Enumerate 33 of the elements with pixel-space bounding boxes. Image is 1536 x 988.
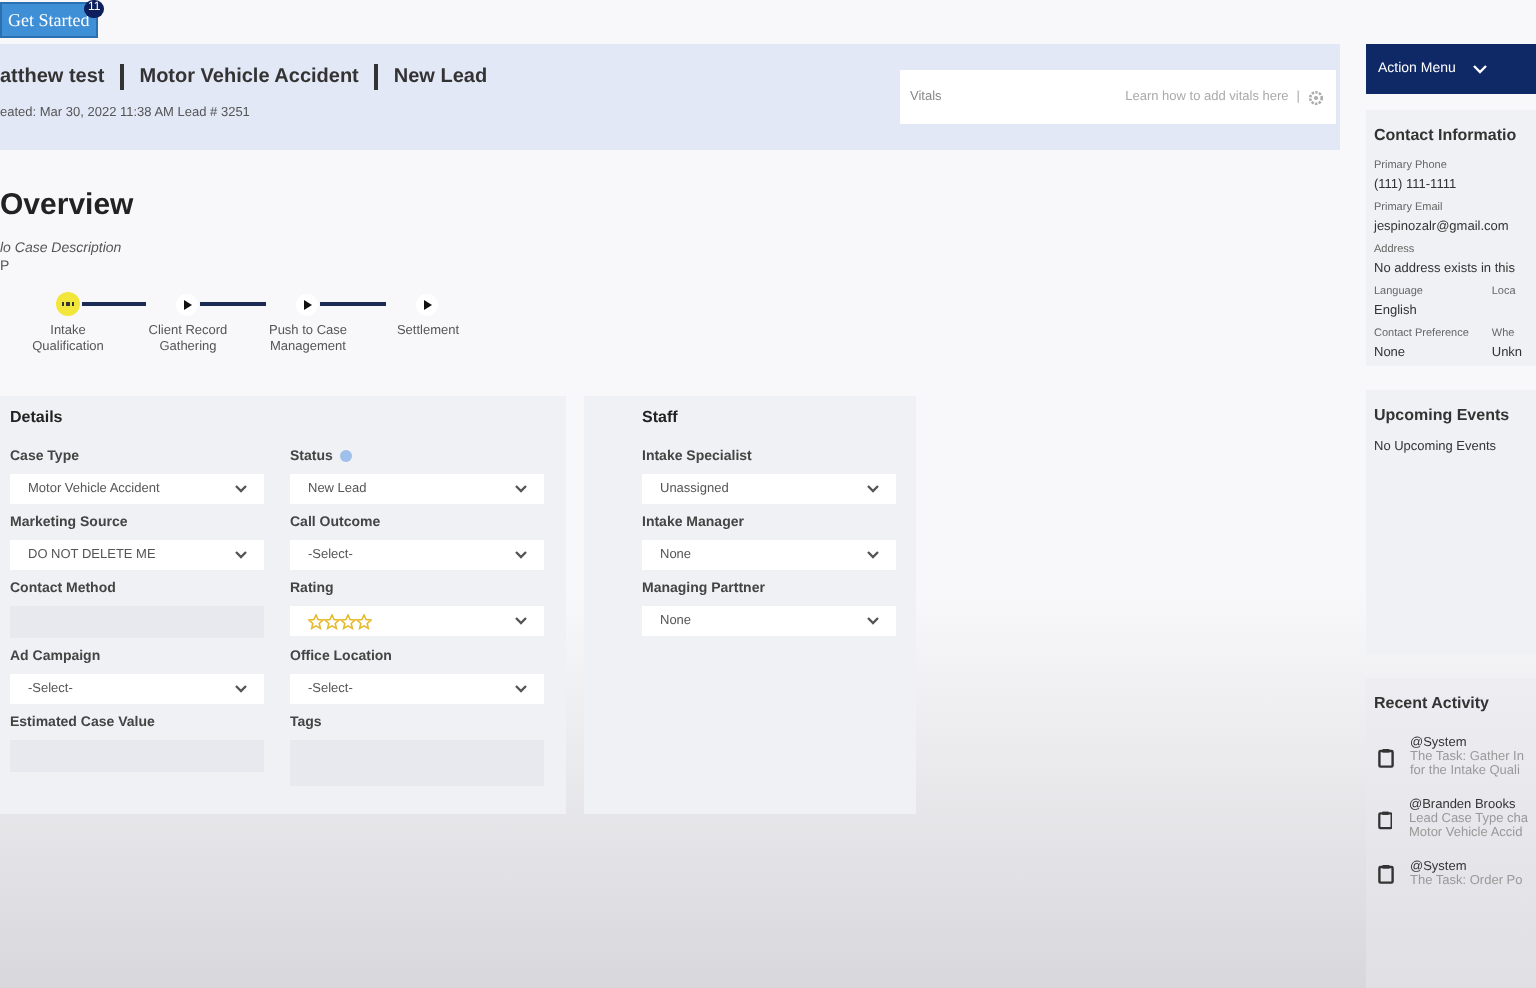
caret-icon [514,484,528,494]
clipboard-icon [1378,864,1394,884]
chevron-down-icon [1471,64,1488,74]
rating-dropdown[interactable] [290,606,544,636]
card-title: Recent Activity [1374,694,1491,712]
play-icon[interactable] [416,293,438,315]
caret-icon [234,684,248,694]
caret-icon [866,616,880,626]
clipboard-icon [1378,747,1394,767]
status-title: New Lead [393,66,488,88]
info-icon[interactable] [340,450,353,462]
gear-icon[interactable] [1308,89,1324,105]
stage-connector [320,302,386,306]
caret-icon [866,484,880,494]
play-icon[interactable] [176,293,198,315]
caret-icon [514,616,528,626]
play-icon[interactable] [296,293,318,315]
card-title: Staff [642,408,680,426]
caret-icon [234,484,248,494]
caret-icon [514,550,528,560]
lead-name: atthew test [0,66,105,88]
card-title: Contact Informatio [1374,126,1519,144]
caret-icon [866,550,880,560]
card-title: Upcoming Events [1374,406,1512,424]
case-type-title: Motor Vehicle Accident [139,66,359,88]
caret-icon [514,684,528,694]
card-title: Details [10,408,65,426]
stage-connector [200,302,266,306]
overview-title: Overview [0,188,136,222]
stage-connector [82,302,146,306]
clipboard-icon [1378,809,1393,829]
current-stage-icon[interactable] [56,292,80,316]
caret-icon [234,550,248,560]
